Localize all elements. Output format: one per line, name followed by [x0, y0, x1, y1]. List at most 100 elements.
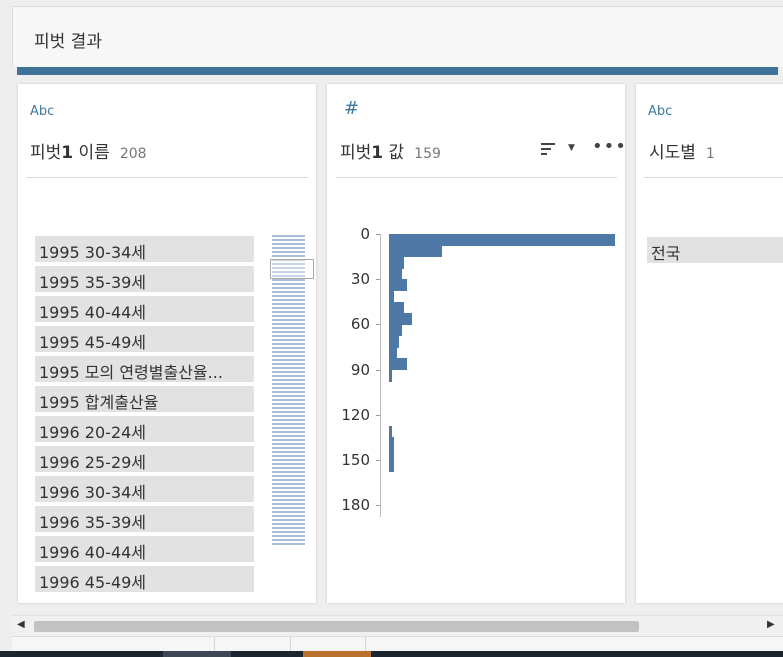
field-card-region[interactable]: Abc 시도별 1 전국 [636, 84, 783, 603]
minimap-line [272, 447, 305, 449]
tab-separator [365, 637, 366, 652]
minimap-line [272, 519, 305, 521]
value-row[interactable]: 전국 [647, 237, 783, 263]
histogram-bar[interactable] [389, 279, 407, 292]
string-type-icon[interactable]: Abc [30, 104, 54, 119]
axis-tick-label: 90 [350, 360, 370, 379]
minimap-line [272, 479, 305, 481]
histogram-bar[interactable] [389, 301, 405, 314]
value-histogram[interactable]: 0 30 60 90 120 150 180 [327, 84, 627, 603]
histogram-bar[interactable] [389, 369, 392, 382]
minimap-line [272, 379, 305, 381]
value-row[interactable]: 1995 40-44세 [35, 296, 254, 322]
histogram-bar[interactable] [389, 256, 405, 269]
axis-tick-label: 30 [350, 270, 370, 289]
value-row[interactable]: 1995 합계출산율 [35, 386, 254, 412]
axis-tick-label: 180 [341, 496, 370, 515]
minimap-line [272, 307, 305, 309]
histogram-bar[interactable] [389, 313, 412, 326]
minimap-line [272, 487, 305, 489]
minimap-line [272, 531, 305, 533]
minimap-line [272, 247, 305, 249]
axis-tick-label: 0 [360, 225, 370, 243]
minimap-line [272, 523, 305, 525]
minimap-line [272, 407, 305, 409]
histogram-bar[interactable] [389, 437, 395, 450]
minimap-line [272, 527, 305, 529]
minimap-line [272, 463, 305, 465]
minimap-line [272, 511, 305, 513]
string-type-icon[interactable]: Abc [648, 104, 672, 119]
field-card-pivot-name[interactable]: Abc 피벗1 이름 208 1995 30-34세 1995 35-39세 1995… [18, 84, 316, 603]
field-name-suffix: 이름 [73, 143, 110, 163]
histogram-bar[interactable] [389, 358, 407, 371]
histogram-bar[interactable] [389, 460, 395, 472]
minimap-line [272, 371, 305, 373]
scrollbar-thumb[interactable] [34, 621, 639, 632]
scroll-left-icon[interactable]: ◀ [17, 619, 25, 630]
value-row[interactable]: 1996 40-44세 [35, 536, 254, 562]
minimap-line [272, 347, 305, 349]
value-row[interactable]: 1996 45-49세 [35, 566, 254, 592]
field-card-pivot-value[interactable]: # 피벗1 값 159 ▼ ••• 0 30 60 90 120 150 180 [327, 84, 627, 603]
value-row[interactable]: 1996 30-34세 [35, 476, 254, 502]
value-row[interactable]: 1995 모의 연령별출산율... [35, 356, 254, 382]
minimap-line [272, 395, 305, 397]
histogram-bar[interactable] [389, 234, 615, 246]
minimap-line [272, 323, 305, 325]
page-title: 피벗 결과 [34, 32, 102, 52]
minimap-line [272, 387, 305, 389]
minimap-line [272, 235, 305, 237]
field-name[interactable]: 시도별 1 [649, 138, 715, 163]
minimap-line [272, 459, 305, 461]
minimap-line [272, 363, 305, 365]
minimap-line [272, 495, 305, 497]
minimap-viewport[interactable] [270, 259, 314, 279]
minimap-line [272, 455, 305, 457]
card-divider [26, 177, 308, 178]
minimap-line [272, 431, 305, 433]
field-name[interactable]: 피벗1 이름 208 [30, 138, 147, 163]
value-row[interactable]: 1995 30-34세 [35, 236, 254, 262]
taskbar-item[interactable] [303, 651, 371, 657]
histogram-bar[interactable] [389, 267, 402, 280]
bottom-tab-strip [12, 636, 783, 652]
results-header: 피벗 결과 [12, 6, 783, 67]
minimap-line [272, 343, 305, 345]
histogram-bar[interactable] [389, 324, 402, 337]
minimap-line [272, 507, 305, 509]
taskbar-item[interactable] [163, 651, 231, 657]
horizontal-scrollbar[interactable]: ◀ ▶ [12, 615, 783, 636]
value-row[interactable]: 1995 35-39세 [35, 266, 254, 292]
minimap-line [272, 399, 305, 401]
minimap-line [272, 295, 305, 297]
scroll-right-icon[interactable]: ▶ [767, 619, 775, 630]
histogram-bar[interactable] [389, 426, 392, 439]
value-row[interactable]: 1996 35-39세 [35, 506, 254, 532]
minimap-line [272, 451, 305, 453]
value-row[interactable]: 1995 45-49세 [35, 326, 254, 352]
field-name-prefix: 시도별 [649, 143, 696, 163]
minimap-line [272, 415, 305, 417]
minimap-line [272, 351, 305, 353]
minimap-line [272, 255, 305, 257]
value-row[interactable]: 1996 25-29세 [35, 446, 254, 472]
minimap-line [272, 411, 305, 413]
minimap-line [272, 403, 305, 405]
histogram-bar[interactable] [389, 448, 395, 461]
axis-tick-label: 60 [350, 315, 370, 334]
histogram-bar[interactable] [389, 347, 397, 359]
minimap-line [272, 515, 305, 517]
minimap-line [272, 303, 305, 305]
histogram-bar[interactable] [389, 290, 395, 303]
value-row[interactable]: 1996 20-24세 [35, 416, 254, 442]
axis-tick-label: 150 [341, 451, 370, 470]
tab-separator [214, 637, 215, 652]
histogram-bar[interactable] [389, 335, 400, 348]
minimap-line [272, 483, 305, 485]
minimap-line [272, 327, 305, 329]
minimap-line [272, 539, 305, 541]
histogram-bar[interactable] [389, 245, 442, 258]
minimap-line [272, 283, 305, 285]
taskbar [0, 651, 783, 657]
